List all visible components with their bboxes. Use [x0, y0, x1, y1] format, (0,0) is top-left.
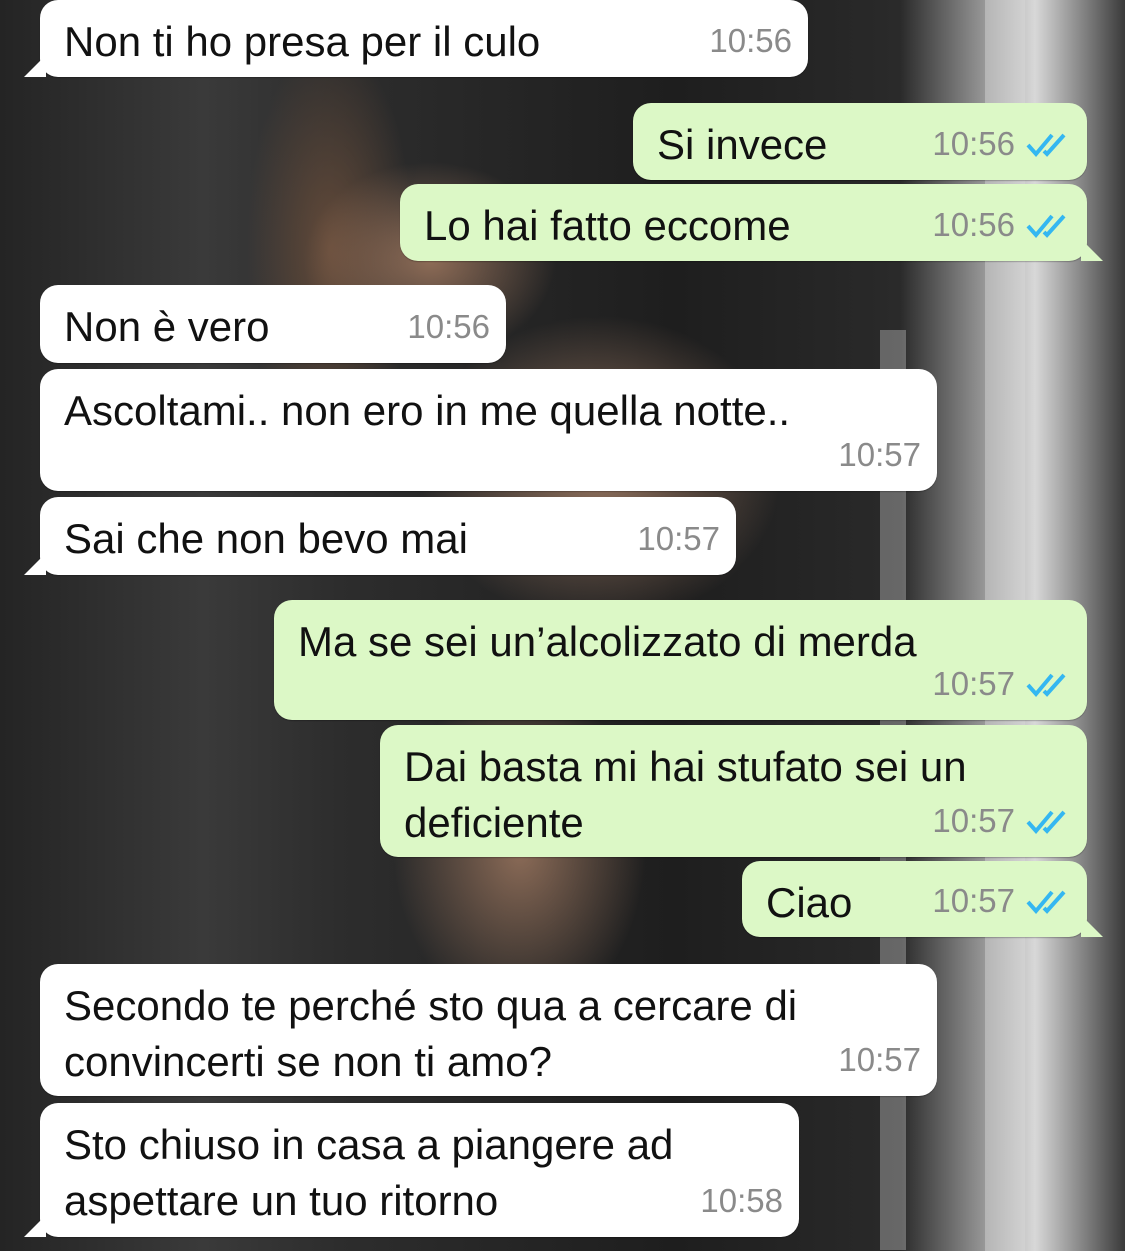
message-meta: 10:57	[932, 873, 1071, 929]
message-bubble-incoming[interactable]: Secondo te perché sto qua a cercare di c…	[40, 964, 937, 1096]
message-timestamp: 10:57	[637, 520, 720, 557]
message-text: Non ti ho presa per il culo	[64, 18, 541, 65]
message-bubble-incoming[interactable]: Sai che non bevo mai 10:57	[24, 497, 736, 575]
message-meta: 10:56	[709, 13, 792, 69]
message-bubble-outgoing[interactable]: Dai basta mi hai stufato sei un deficien…	[380, 725, 1087, 857]
double-check-icon	[1026, 810, 1066, 835]
bubble-tail	[24, 1215, 46, 1237]
message-timestamp: 10:57	[932, 882, 1015, 919]
message-meta: 10:57	[932, 793, 1071, 849]
message-timestamp: 10:56	[932, 206, 1015, 243]
bubble-tail	[1081, 239, 1103, 261]
message-bubble-outgoing[interactable]: Ciao 10:57	[742, 861, 1103, 937]
message-meta: 10:57	[637, 511, 720, 567]
message-timestamp: 10:58	[700, 1182, 783, 1219]
message-timestamp: 10:57	[932, 802, 1015, 839]
message-timestamp: 10:57	[838, 1041, 921, 1078]
bubble-tail	[24, 553, 46, 575]
message-text: Sai che non bevo mai	[64, 515, 468, 562]
message-meta: 10:56	[407, 299, 490, 355]
message-meta: 10:57	[932, 656, 1071, 712]
bubble-tail	[1081, 915, 1103, 937]
message-text: Sto chiuso in casa a piangere ad aspetta…	[64, 1121, 674, 1224]
message-timestamp: 10:56	[407, 308, 490, 345]
message-bubble-outgoing[interactable]: Ma se sei un’alcolizzato di merda 10:57	[274, 600, 1087, 720]
message-timestamp: 10:57	[838, 436, 921, 473]
message-meta: 10:58	[700, 1173, 783, 1229]
double-check-icon	[1026, 673, 1066, 698]
message-bubble-outgoing[interactable]: Lo hai fatto eccome 10:56	[400, 184, 1103, 261]
message-meta: 10:56	[932, 116, 1071, 172]
message-bubble-incoming[interactable]: Ascoltami.. non ero in me quella notte..…	[40, 369, 937, 491]
message-bubble-incoming[interactable]: Non ti ho presa per il culo 10:56	[24, 0, 808, 77]
message-meta: 10:57	[838, 427, 921, 483]
message-bubble-outgoing[interactable]: Si invece 10:56	[633, 103, 1087, 180]
message-timestamp: 10:56	[709, 22, 792, 59]
message-text: Secondo te perché sto qua a cercare di c…	[64, 982, 798, 1085]
double-check-icon	[1026, 133, 1066, 158]
double-check-icon	[1026, 214, 1066, 239]
message-timestamp: 10:57	[932, 665, 1015, 702]
message-bubble-incoming[interactable]: Sto chiuso in casa a piangere ad aspetta…	[24, 1103, 799, 1237]
message-text: Ascoltami.. non ero in me quella notte..	[64, 387, 791, 434]
message-meta: 10:57	[838, 1032, 921, 1088]
message-bubble-incoming[interactable]: Non è vero 10:56	[40, 285, 506, 363]
bubble-tail	[24, 55, 46, 77]
message-meta: 10:56	[932, 197, 1071, 253]
message-timestamp: 10:56	[932, 125, 1015, 162]
double-check-icon	[1026, 890, 1066, 915]
